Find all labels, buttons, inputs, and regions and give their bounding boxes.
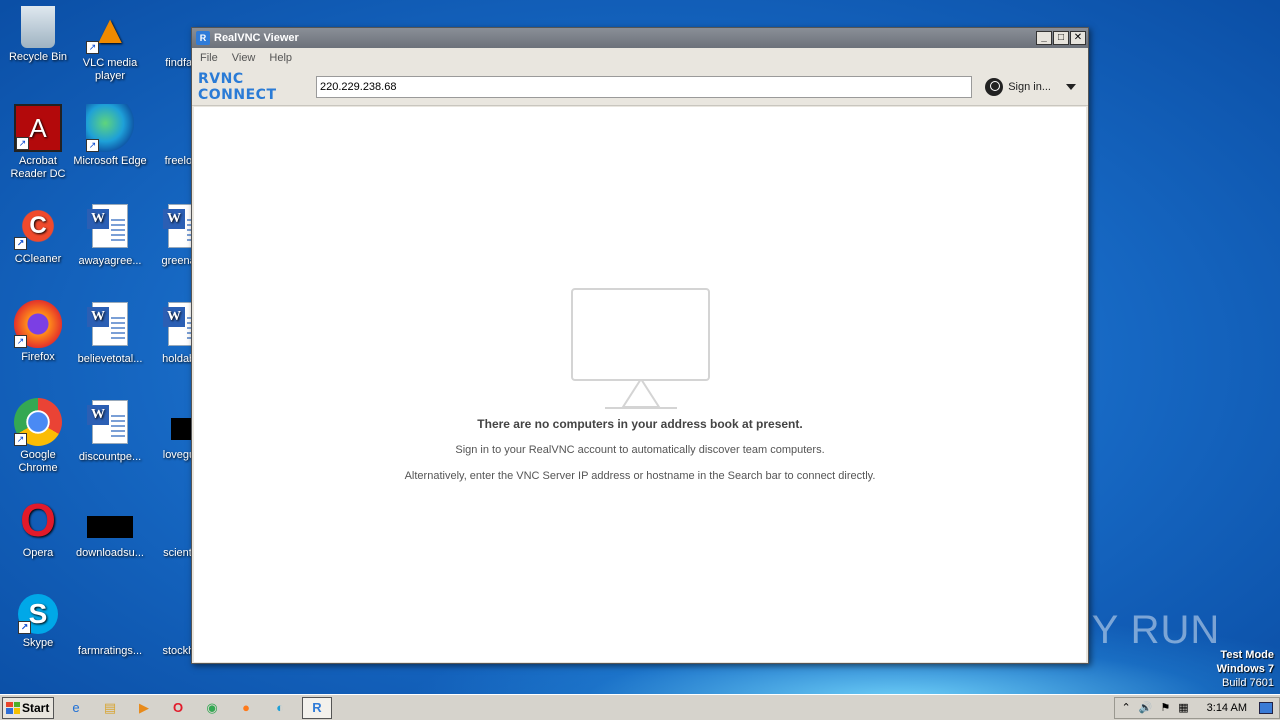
test-mode-label: Test Mode <box>1220 649 1274 661</box>
edge-logo-icon: ↗ <box>86 104 134 152</box>
icon-label: Skype <box>22 637 54 649</box>
firefox-icon[interactable]: ↗ Firefox <box>0 300 76 364</box>
build-label: Build 7601 <box>1222 677 1274 689</box>
monitor-icon <box>571 288 710 381</box>
toolbar: RVNC CONNECT Sign in... <box>192 68 1088 106</box>
blank-file-icon <box>86 594 134 642</box>
shortcut-arrow-icon: ↗ <box>86 139 99 152</box>
opera-taskbar-icon[interactable]: O <box>166 697 190 719</box>
firefox-taskbar-icon[interactable]: ● <box>234 697 258 719</box>
opera-icon[interactable]: O Opera <box>0 496 76 560</box>
word-doc-icon[interactable]: believetotal... <box>72 300 148 366</box>
icon-label: Opera <box>22 547 54 559</box>
chevron-down-icon[interactable] <box>1066 83 1076 90</box>
clock[interactable]: 3:14 AM <box>1207 702 1247 714</box>
shortcut-arrow-icon: ↗ <box>14 433 27 446</box>
acrobat-logo-icon: A ↗ <box>14 104 62 152</box>
menu-help[interactable]: Help <box>269 52 292 64</box>
file-icon[interactable]: downloadsu... <box>72 496 148 560</box>
menu-view[interactable]: View <box>232 52 256 64</box>
icon-label: Microsoft Edge <box>73 155 147 167</box>
show-desktop-icon[interactable] <box>1259 701 1273 714</box>
chrome-logo-icon: ↗ <box>14 398 62 446</box>
trash-icon <box>21 6 55 48</box>
start-button[interactable]: Start <box>2 696 54 719</box>
firefox-logo-icon: ↗ <box>14 300 62 348</box>
sign-in-button[interactable]: Sign in... <box>985 77 1076 96</box>
skype-logo-icon: S ↗ <box>18 594 58 634</box>
explorer-taskbar-icon[interactable]: ▤ <box>98 697 122 719</box>
rvnc-connect-logo: RVNC CONNECT <box>198 70 277 103</box>
ie-taskbar-icon[interactable]: e <box>64 697 88 719</box>
minimize-button[interactable]: _ <box>1036 31 1052 45</box>
realvnc-viewer-window[interactable]: R RealVNC Viewer _ □ ✕ File View Help RV… <box>191 27 1089 664</box>
network-icon[interactable]: ▦ <box>1178 701 1188 714</box>
icon-label: Google Chrome <box>18 449 58 474</box>
realvnc-app-icon: R <box>196 31 210 45</box>
icon-label: Firefox <box>21 351 55 363</box>
system-tray: ⌃ 🔊 ⚑ ▦ 3:14 AM <box>1114 696 1280 719</box>
action-center-flag-icon[interactable]: ⚑ <box>1160 701 1170 714</box>
realvnc-taskbar-button[interactable]: R <box>302 696 332 719</box>
window-title: RealVNC Viewer <box>214 32 299 44</box>
chrome-taskbar-icon[interactable]: ◉ <box>200 697 224 719</box>
ccleaner-icon[interactable]: C ↗ CCleaner <box>0 202 76 266</box>
shortcut-arrow-icon: ↗ <box>14 335 27 348</box>
address-search-input[interactable] <box>316 75 972 98</box>
user-avatar-icon <box>985 77 1004 96</box>
show-hidden-icons-icon[interactable]: ⌃ <box>1121 701 1130 714</box>
recycle-bin-icon[interactable]: Recycle Bin <box>0 6 76 64</box>
shortcut-arrow-icon: ↗ <box>18 621 31 634</box>
start-label: Start <box>22 700 50 715</box>
title-bar[interactable]: R RealVNC Viewer _ □ ✕ <box>192 28 1088 48</box>
shortcut-arrow-icon: ↗ <box>16 137 29 150</box>
word-doc-icon[interactable]: discountpe... <box>72 398 148 464</box>
microsoft-edge-icon[interactable]: ↗ Microsoft Edge <box>72 104 148 168</box>
icon-label: VLC media player <box>82 57 138 82</box>
icon-label: Acrobat Reader DC <box>10 155 66 180</box>
empty-state-line-2: Alternatively, enter the VNC Server IP a… <box>404 470 876 482</box>
google-chrome-icon[interactable]: ↗ Google Chrome <box>0 398 76 475</box>
empty-state-title: There are no computers in your address b… <box>477 417 803 431</box>
ccleaner-logo-icon: C ↗ <box>14 202 62 250</box>
os-label: Windows 7 <box>1216 663 1274 675</box>
icon-label: farmratings... <box>77 645 143 657</box>
file-icon[interactable]: farmratings... <box>72 594 148 658</box>
volume-icon[interactable]: 🔊 <box>1139 701 1153 714</box>
shortcut-arrow-icon: ↗ <box>14 237 27 250</box>
word-document-icon <box>87 204 128 248</box>
sign-in-label: Sign in... <box>1008 80 1051 93</box>
icon-label: believetotal... <box>77 353 143 365</box>
black-thumbnail-icon <box>87 516 133 538</box>
word-document-icon <box>87 302 128 346</box>
vlc-cone-icon: ▲ ↗ <box>86 6 134 54</box>
edge-taskbar-icon[interactable]: ◐ <box>268 697 292 719</box>
opera-logo-icon: O <box>20 494 56 546</box>
monitor-stand-icon <box>605 379 677 409</box>
word-doc-icon[interactable]: awayagree... <box>72 202 148 268</box>
close-button[interactable]: ✕ <box>1070 31 1086 45</box>
windows-logo-icon <box>6 701 20 714</box>
test-mode-notice: Test Mode Windows 7 Build 7601 <box>1217 648 1274 690</box>
icon-label: CCleaner <box>14 253 62 265</box>
skype-icon[interactable]: S ↗ Skype <box>0 594 76 650</box>
icon-label: Recycle Bin <box>8 51 68 63</box>
word-document-icon <box>87 400 128 444</box>
window-controls: _ □ ✕ <box>1036 31 1086 45</box>
vlc-icon[interactable]: ▲ ↗ VLC media player <box>72 6 148 83</box>
acrobat-reader-icon[interactable]: A ↗ Acrobat Reader DC <box>0 104 76 181</box>
icon-label: discountpe... <box>78 451 142 463</box>
empty-state-line-1: Sign in to your RealVNC account to autom… <box>455 444 825 456</box>
address-book-area: There are no computers in your address b… <box>194 107 1086 662</box>
menu-bar: File View Help <box>192 48 1088 68</box>
taskbar: Start e ▤ ▶ O ◉ ● ◐ R ⌃ 🔊 ⚑ ▦ 3:14 AM <box>0 694 1280 720</box>
icon-label: downloadsu... <box>76 547 144 559</box>
shortcut-arrow-icon: ↗ <box>86 41 99 54</box>
menu-file[interactable]: File <box>200 52 218 64</box>
icon-label: awayagree... <box>78 255 142 267</box>
media-player-taskbar-icon[interactable]: ▶ <box>132 697 156 719</box>
maximize-button[interactable]: □ <box>1053 31 1069 45</box>
